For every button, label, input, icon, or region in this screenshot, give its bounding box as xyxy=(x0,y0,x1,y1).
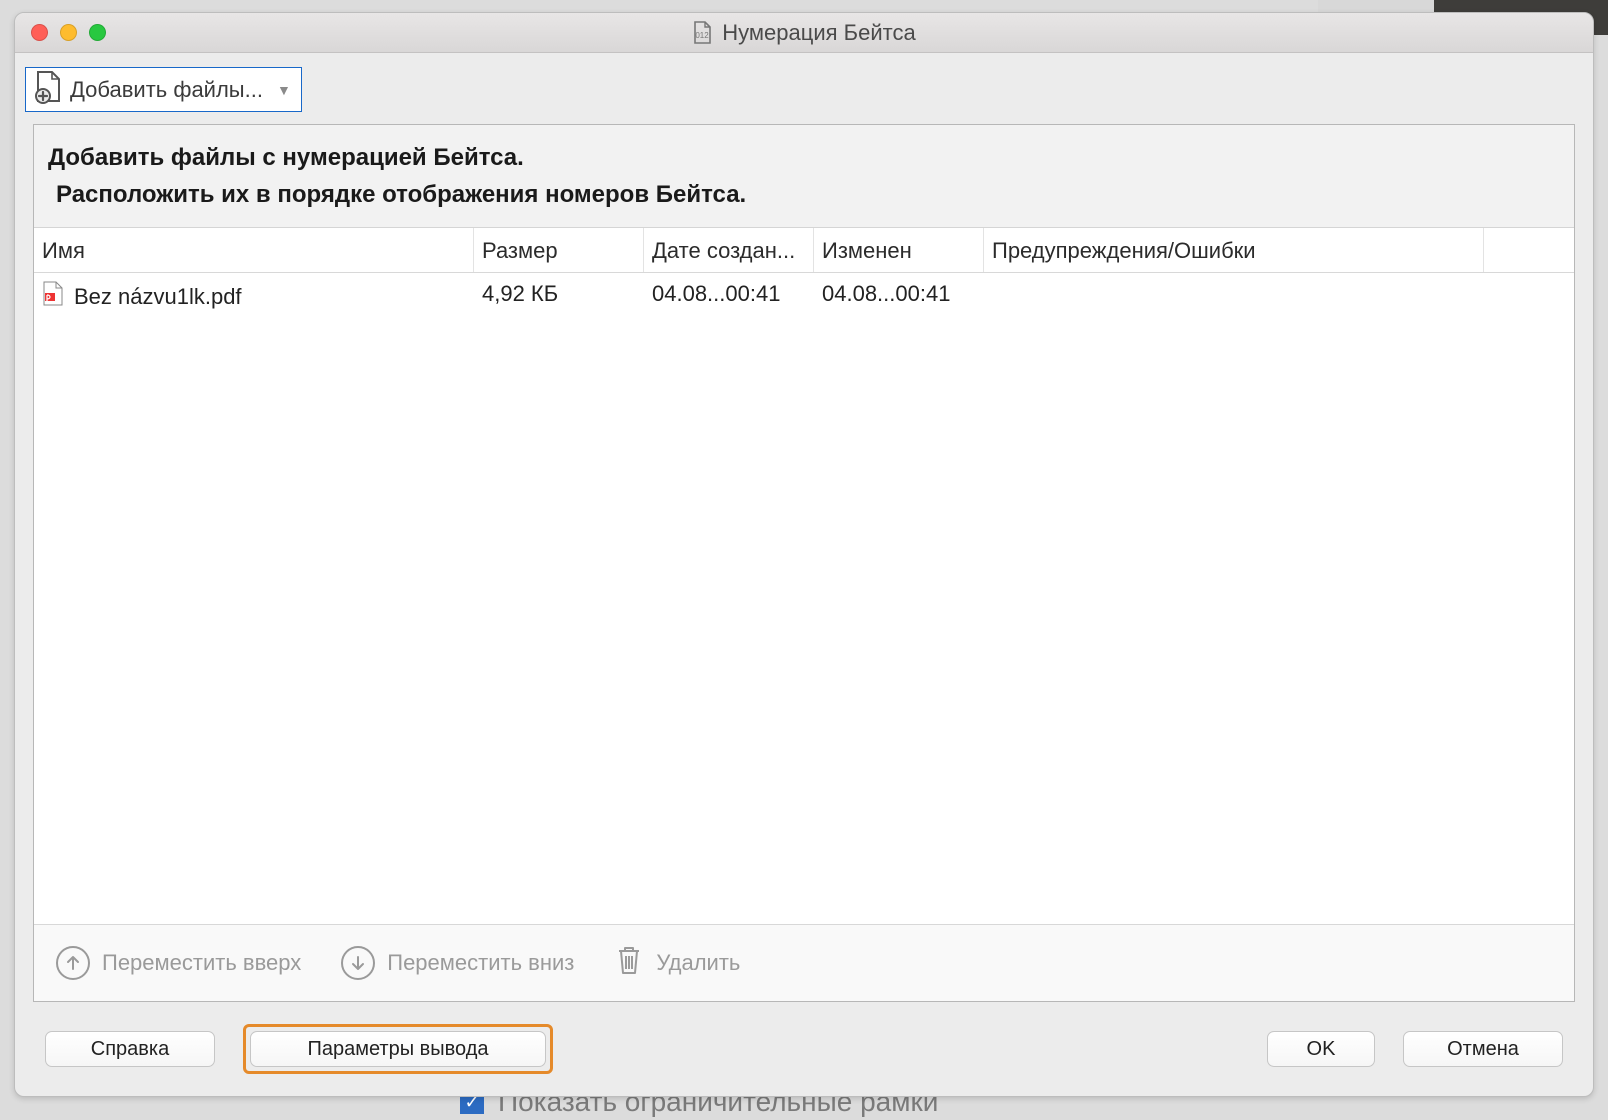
cell-modified: 04.08...00:41 xyxy=(814,273,984,321)
help-label: Справка xyxy=(91,1038,169,1060)
ok-button[interactable]: OK xyxy=(1267,1031,1375,1067)
add-files-label: Добавить файлы... xyxy=(70,77,263,103)
cell-end xyxy=(1484,273,1574,321)
instruction-line-2: Расположить их в порядке отображения ном… xyxy=(48,178,1560,213)
window-title: Нумерация Бейтса xyxy=(722,20,915,46)
svg-text:012: 012 xyxy=(696,31,710,40)
minimize-window-button[interactable] xyxy=(60,24,77,41)
cancel-label: Отмена xyxy=(1447,1038,1519,1060)
trash-icon xyxy=(614,943,644,983)
document-numbering-icon: 012 xyxy=(692,21,712,45)
column-header-modified[interactable]: Изменен xyxy=(814,228,984,272)
cell-size: 4,92 КБ xyxy=(474,273,644,321)
ok-label: OK xyxy=(1307,1038,1336,1060)
zoom-window-button[interactable] xyxy=(89,24,106,41)
cell-created: 04.08...00:41 xyxy=(644,273,814,321)
output-options-button[interactable]: Параметры вывода xyxy=(250,1031,546,1067)
table-body: Bez názvu1lk.pdf 4,92 КБ 04.08...00:41 0… xyxy=(34,273,1574,924)
pdf-file-icon xyxy=(42,281,64,313)
toolbar: Добавить файлы... ▼ xyxy=(15,53,1593,124)
titlebar: 012 Нумерация Бейтса xyxy=(15,13,1593,53)
instruction-line-1: Добавить файлы с нумерацией Бейтса. xyxy=(48,141,1560,176)
column-header-name[interactable]: Имя xyxy=(34,228,474,272)
chevron-down-icon: ▼ xyxy=(277,82,291,98)
table-row[interactable]: Bez názvu1lk.pdf 4,92 КБ 04.08...00:41 0… xyxy=(34,273,1574,321)
close-window-button[interactable] xyxy=(31,24,48,41)
column-header-warnings[interactable]: Предупреждения/Ошибки xyxy=(984,228,1484,272)
cell-name: Bez názvu1lk.pdf xyxy=(74,284,242,310)
output-options-highlight: Параметры вывода xyxy=(243,1024,553,1074)
file-list-frame: Добавить файлы с нумерацией Бейтса. Расп… xyxy=(33,124,1575,1002)
cell-warnings xyxy=(984,273,1484,321)
move-down-button[interactable]: Переместить вниз xyxy=(341,946,574,980)
dialog-button-bar: Справка Параметры вывода OK Отмена xyxy=(15,1002,1593,1096)
move-up-button[interactable]: Переместить вверх xyxy=(56,946,301,980)
help-button[interactable]: Справка xyxy=(45,1031,215,1067)
column-header-size[interactable]: Размер xyxy=(474,228,644,272)
cancel-button[interactable]: Отмена xyxy=(1403,1031,1563,1067)
add-files-dropdown[interactable]: Добавить файлы... ▼ xyxy=(25,67,302,112)
move-up-label: Переместить вверх xyxy=(102,950,301,976)
output-options-label: Параметры вывода xyxy=(307,1038,488,1060)
arrow-up-icon xyxy=(56,946,90,980)
table-header: Имя Размер Дате создан... Изменен Предуп… xyxy=(34,228,1574,273)
column-header-spacer xyxy=(1484,228,1574,272)
instructions-panel: Добавить файлы с нумерацией Бейтса. Расп… xyxy=(34,125,1574,228)
window-controls xyxy=(15,24,106,41)
arrow-down-icon xyxy=(341,946,375,980)
bates-numbering-dialog: 012 Нумерация Бейтса Добавить файлы... ▼… xyxy=(14,12,1594,1097)
delete-button[interactable]: Удалить xyxy=(614,943,740,983)
column-header-created[interactable]: Дате создан... xyxy=(644,228,814,272)
add-file-icon xyxy=(34,70,62,110)
list-actions-bar: Переместить вверх Переместить вниз Удали… xyxy=(34,924,1574,1001)
delete-label: Удалить xyxy=(656,950,740,976)
move-down-label: Переместить вниз xyxy=(387,950,574,976)
